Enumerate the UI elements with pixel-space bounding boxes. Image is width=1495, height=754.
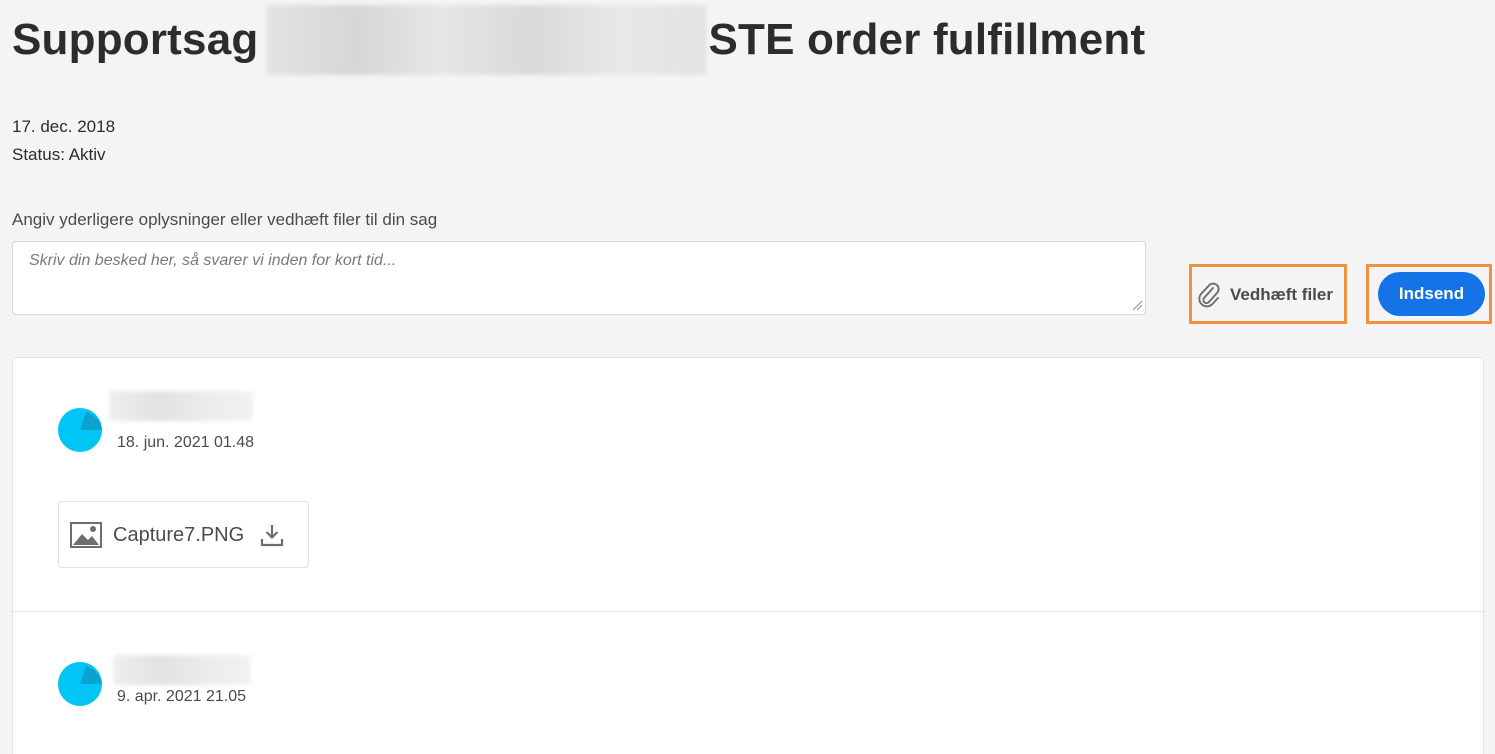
avatar bbox=[58, 408, 102, 452]
attach-files-label: Vedhæft filer bbox=[1230, 285, 1333, 304]
composer-label: Angiv yderligere oplysninger eller vedhæ… bbox=[12, 210, 438, 229]
message-timestamp: 9. apr. 2021 21.05 bbox=[117, 688, 246, 705]
message-input[interactable] bbox=[12, 241, 1146, 315]
support-case-page: Supportsag STE order fulfillment 17. dec… bbox=[0, 0, 1495, 754]
case-date: 17. dec. 2018 bbox=[12, 117, 116, 136]
case-meta: 17. dec. 2018 Status: Aktiv bbox=[12, 113, 115, 169]
redacted-author-name bbox=[113, 655, 251, 685]
attachment-card: Capture7.PNG bbox=[58, 501, 309, 568]
title-prefix: Supportsag bbox=[12, 15, 259, 64]
avatar bbox=[58, 662, 102, 706]
redacted-case-id bbox=[266, 5, 707, 75]
submit-button[interactable]: Indsend bbox=[1378, 272, 1485, 316]
page-title: Supportsag STE order fulfillment bbox=[12, 5, 1146, 75]
attachment-filename[interactable]: Capture7.PNG bbox=[113, 524, 244, 547]
message-divider bbox=[13, 611, 1483, 612]
redacted-author-name bbox=[109, 391, 253, 421]
attach-files-button[interactable]: Vedhæft filer bbox=[1196, 272, 1333, 318]
title-suffix: STE order fulfillment bbox=[708, 15, 1146, 64]
message-thread: 18. jun. 2021 01.48 Capture7.PNG 9. apr.… bbox=[12, 357, 1484, 754]
paperclip-icon bbox=[1198, 282, 1220, 308]
case-status: Status: Aktiv bbox=[12, 145, 106, 164]
message-timestamp: 18. jun. 2021 01.48 bbox=[117, 434, 255, 451]
image-icon bbox=[70, 522, 102, 548]
download-icon[interactable] bbox=[259, 522, 285, 548]
